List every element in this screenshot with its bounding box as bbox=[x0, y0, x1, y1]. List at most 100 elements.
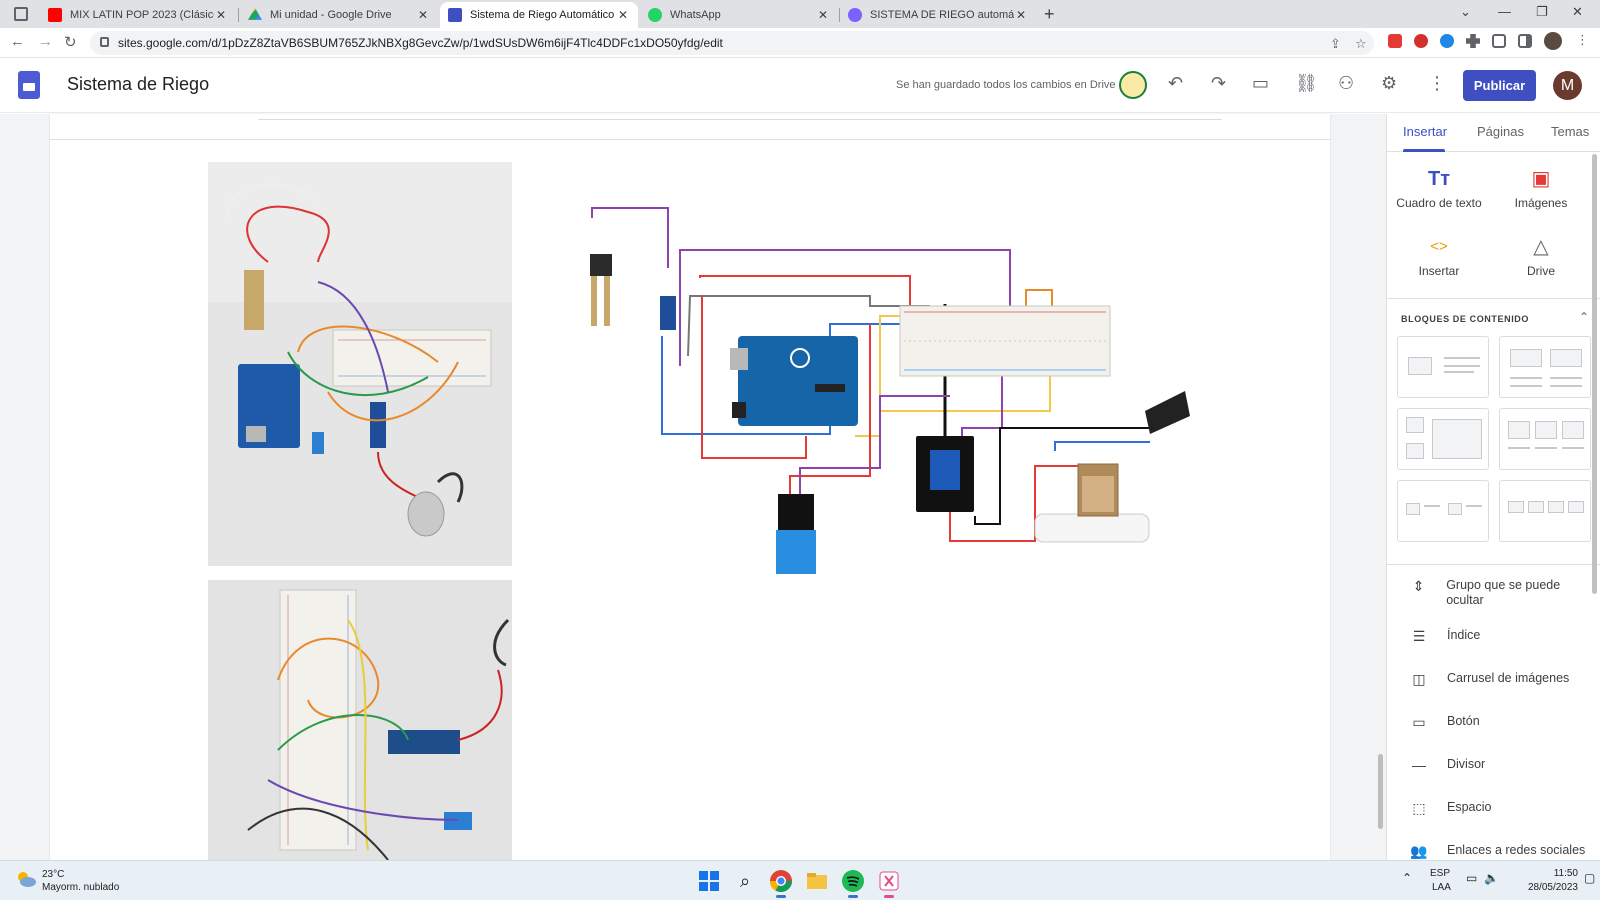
clock-time[interactable]: 11:50 bbox=[1534, 868, 1578, 879]
extension-tp-icon[interactable] bbox=[1388, 34, 1402, 48]
redo-icon[interactable]: ↷ bbox=[1211, 73, 1226, 94]
insert-images[interactable]: ▣ Imágenes bbox=[1491, 166, 1591, 210]
back-icon[interactable]: ← bbox=[10, 33, 25, 50]
show-hidden-icons-chevron-icon[interactable]: ⌃ bbox=[1402, 871, 1412, 885]
insert-text-box[interactable]: Tт Cuadro de texto bbox=[1389, 166, 1489, 210]
list-item-label: Carrusel de imágenes bbox=[1447, 671, 1570, 685]
tab-title: MIX LATIN POP 2023 (Clásico Y U bbox=[70, 9, 214, 21]
windows-start-icon[interactable] bbox=[696, 868, 722, 894]
tab-sistema-de-riego[interactable]: Sistema de Riego Automático ✕ bbox=[440, 2, 638, 28]
network-icon[interactable]: ▭ bbox=[1466, 871, 1477, 885]
chevron-up-icon[interactable]: ⌃ bbox=[1579, 310, 1589, 324]
profile-avatar[interactable] bbox=[1544, 32, 1562, 50]
list-item-label: Grupo que se puede ocultar bbox=[1446, 578, 1561, 607]
minimize-icon[interactable]: — bbox=[1498, 4, 1511, 19]
reload-icon[interactable]: ↻ bbox=[64, 33, 77, 51]
spacer-icon: ⬚ bbox=[1412, 800, 1426, 816]
circuit-photo-1[interactable] bbox=[208, 162, 512, 566]
file-explorer-icon[interactable] bbox=[804, 868, 830, 894]
volume-icon[interactable]: 🔈 bbox=[1484, 871, 1499, 885]
insert-button[interactable]: ▭ Botón bbox=[1409, 714, 1595, 731]
close-icon[interactable]: ✕ bbox=[416, 8, 430, 22]
tab-title: WhatsApp bbox=[670, 9, 721, 21]
insert-item-label: Drive bbox=[1526, 264, 1555, 278]
embed-icon: <> bbox=[1430, 238, 1448, 255]
tab-sistema-riego-doc[interactable]: SISTEMA DE RIEGO automático ✕ bbox=[840, 2, 1036, 28]
window-close-icon[interactable]: ✕ bbox=[1572, 4, 1583, 20]
spotify-icon[interactable] bbox=[840, 868, 866, 894]
chrome-icon[interactable] bbox=[768, 868, 794, 894]
content-blocks-title: BLOQUES DE CONTENIDO bbox=[1401, 314, 1530, 324]
list-item-label: Botón bbox=[1447, 714, 1480, 728]
whatsapp-icon bbox=[648, 8, 662, 22]
editor-canvas bbox=[0, 114, 1386, 860]
insert-embed[interactable]: <> Insertar bbox=[1389, 234, 1489, 278]
preview-devices-icon[interactable]: ▭ bbox=[1252, 73, 1269, 94]
close-icon[interactable]: ✕ bbox=[214, 8, 228, 22]
address-bar[interactable]: sites.google.com/d/1pDzZ8ZtaVB6SBUM765ZJ… bbox=[90, 31, 1374, 55]
share-icon[interactable]: ⇪ bbox=[1330, 36, 1341, 52]
collapsible-icon: ⇕ bbox=[1412, 578, 1425, 594]
layout-block-two-images[interactable] bbox=[1499, 336, 1591, 398]
layout-block-gallery[interactable] bbox=[1397, 408, 1489, 470]
google-sites-logo-icon[interactable] bbox=[18, 71, 40, 99]
site-title[interactable]: Sistema de Riego bbox=[67, 74, 209, 95]
layout-block-image-text[interactable] bbox=[1397, 336, 1489, 398]
insert-social-links[interactable]: 👥 Enlaces a redes sociales bbox=[1409, 843, 1595, 860]
opera-icon[interactable] bbox=[1414, 34, 1428, 48]
wiring-diagram-image[interactable] bbox=[590, 206, 1220, 586]
close-icon[interactable]: ✕ bbox=[816, 8, 830, 22]
tab-list-chevron-icon[interactable]: ⌄ bbox=[1460, 4, 1471, 20]
insert-table-of-contents[interactable]: ☰ Índice bbox=[1409, 628, 1595, 645]
clock-date[interactable]: 28/05/2023 bbox=[1514, 882, 1578, 893]
settings-gear-icon[interactable]: ⚙ bbox=[1381, 73, 1397, 94]
user-avatar[interactable]: M bbox=[1553, 71, 1582, 100]
url-text[interactable]: sites.google.com/d/1pDzZ8ZtaVB6SBUM765ZJ… bbox=[118, 36, 723, 50]
canvas-scrollbar[interactable] bbox=[1378, 754, 1383, 829]
weather-temperature[interactable]: 23°C bbox=[42, 869, 64, 880]
panel-scrollbar[interactable] bbox=[1592, 154, 1597, 594]
circuit-photo-2[interactable] bbox=[208, 580, 512, 860]
share-person-icon[interactable]: ⚇ bbox=[1338, 73, 1354, 94]
tab-google-drive[interactable]: Mi unidad - Google Drive ✕ bbox=[240, 2, 438, 28]
layout-block-three-images[interactable] bbox=[1499, 408, 1591, 470]
snipping-tool-icon[interactable] bbox=[876, 868, 902, 894]
bookmark-star-icon[interactable]: ☆ bbox=[1355, 36, 1367, 52]
insert-collapsible-group[interactable]: ⇕ Grupo que se puede ocultar bbox=[1409, 578, 1595, 608]
tab-whatsapp[interactable]: WhatsApp ✕ bbox=[640, 2, 838, 28]
close-icon[interactable]: ✕ bbox=[1014, 8, 1028, 22]
tab-paginas[interactable]: Páginas bbox=[1477, 124, 1524, 139]
tab-insertar[interactable]: Insertar bbox=[1403, 124, 1447, 139]
restore-icon[interactable]: ❐ bbox=[1536, 4, 1548, 20]
collaborator-avatar[interactable] bbox=[1119, 71, 1147, 99]
tab-search-icon[interactable] bbox=[14, 7, 28, 21]
more-options-icon[interactable]: ⋮ bbox=[1428, 73, 1446, 94]
reading-list-icon[interactable] bbox=[1492, 34, 1506, 48]
extension-blue-icon[interactable] bbox=[1440, 34, 1454, 48]
insert-drive[interactable]: △ Drive bbox=[1491, 234, 1591, 278]
new-tab-icon[interactable]: + bbox=[1044, 4, 1055, 25]
notifications-icon[interactable]: ▢ bbox=[1584, 871, 1595, 885]
forward-icon[interactable]: → bbox=[38, 33, 53, 50]
close-icon[interactable]: ✕ bbox=[616, 8, 630, 22]
tab-youtube[interactable]: MIX LATIN POP 2023 (Clásico Y U ✕ bbox=[40, 2, 236, 28]
layout-block-two-image-text[interactable] bbox=[1397, 480, 1489, 542]
search-icon[interactable]: ⌕ bbox=[732, 868, 758, 894]
chrome-menu-icon[interactable]: ⋮ bbox=[1576, 32, 1589, 47]
tab-temas[interactable]: Temas bbox=[1551, 124, 1589, 139]
publish-button[interactable]: Publicar bbox=[1463, 70, 1536, 101]
weather-description[interactable]: Mayorm. nublado bbox=[42, 882, 119, 893]
insert-divider[interactable]: — Divisor bbox=[1409, 757, 1595, 773]
undo-icon[interactable]: ↶ bbox=[1168, 73, 1183, 94]
insert-spacer[interactable]: ⬚ Espacio bbox=[1409, 800, 1595, 817]
insert-image-carousel[interactable]: ◫ Carrusel de imágenes bbox=[1409, 671, 1595, 688]
layout-block-four-images[interactable] bbox=[1499, 480, 1591, 542]
side-panel-icon[interactable] bbox=[1518, 34, 1532, 48]
language-indicator[interactable]: ESP bbox=[1430, 868, 1450, 879]
google-drive-icon bbox=[248, 8, 262, 20]
copy-link-icon[interactable]: ⛓ bbox=[1295, 73, 1318, 94]
carousel-icon: ◫ bbox=[1412, 671, 1426, 687]
keyboard-layout-indicator[interactable]: LAA bbox=[1432, 882, 1451, 893]
tab-separator bbox=[238, 8, 239, 22]
image-icon: ▣ bbox=[1531, 168, 1551, 190]
